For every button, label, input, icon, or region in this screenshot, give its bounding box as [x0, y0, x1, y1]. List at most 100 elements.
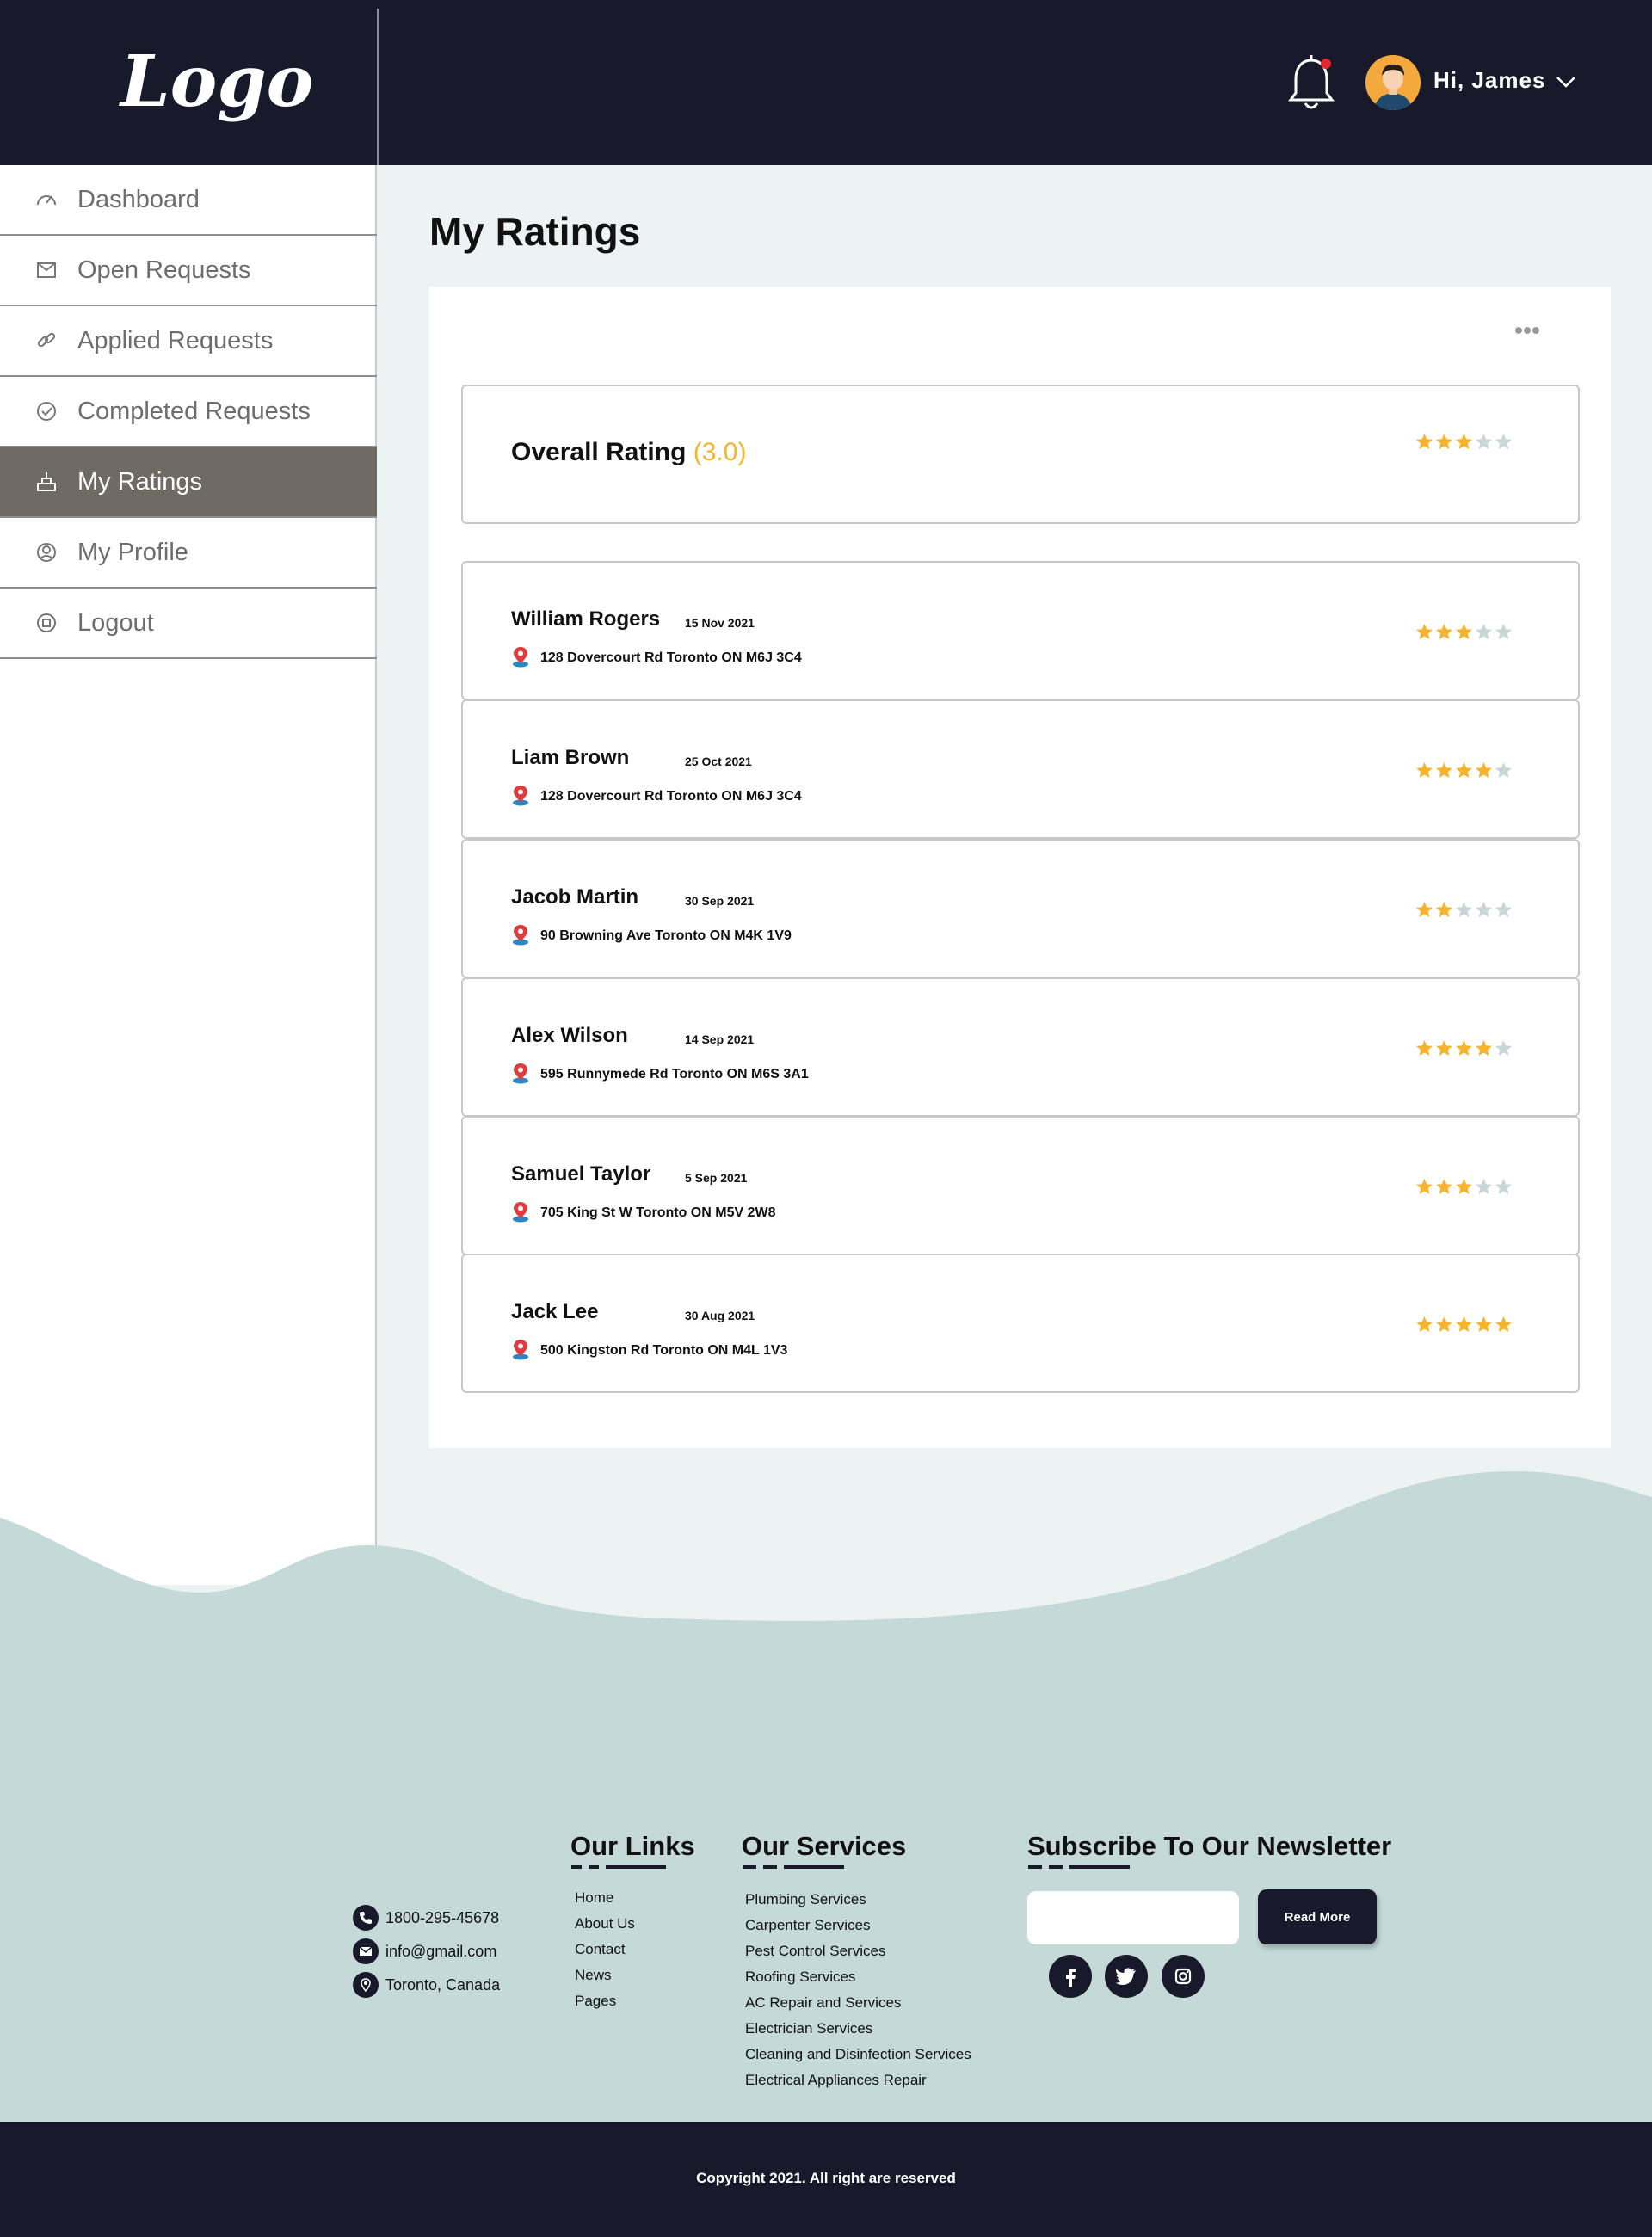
sidebar-item-my-profile[interactable]: My Profile — [0, 518, 377, 589]
overall-rating-value: (3.0) — [693, 438, 747, 466]
footer-service-item[interactable]: Plumbing Services — [745, 1891, 866, 1908]
star-filled-icon — [1476, 1040, 1492, 1056]
reviewer-name: Jack Lee — [511, 1300, 599, 1323]
notification-bell-icon[interactable] — [1285, 53, 1337, 114]
footer-service-item[interactable]: Cleaning and Disinfection Services — [745, 2046, 971, 2063]
star-filled-icon — [1456, 762, 1472, 778]
footer-service-item[interactable]: Electrician Services — [745, 2020, 872, 2037]
star-empty-icon — [1495, 762, 1512, 778]
star-filled-icon — [1495, 1316, 1512, 1332]
review-date: 30 Aug 2021 — [685, 1309, 755, 1322]
star-empty-icon — [1495, 434, 1512, 449]
review-card: William Rogers 15 Nov 2021 128 Dovercour… — [461, 561, 1580, 700]
footer-service-item[interactable]: Roofing Services — [745, 1969, 856, 1986]
footer-newsletter-heading: Subscribe To Our Newsletter — [1027, 1831, 1392, 1861]
sidebar-item-my-ratings[interactable]: My Ratings — [0, 447, 377, 518]
star-empty-icon — [1476, 902, 1492, 917]
sidebar-item-completed-requests[interactable]: Completed Requests — [0, 377, 377, 447]
star-filled-icon — [1416, 1040, 1433, 1056]
twitter-icon[interactable] — [1105, 1955, 1148, 1998]
profile-icon — [37, 543, 56, 562]
heading-underline — [1028, 1865, 1042, 1869]
star-filled-icon — [1456, 1179, 1472, 1194]
sidebar-item-applied-requests[interactable]: Applied Requests — [0, 306, 377, 377]
footer-link-contact[interactable]: Contact — [575, 1941, 626, 1958]
heading-underline — [763, 1865, 777, 1869]
review-date: 30 Sep 2021 — [685, 894, 755, 908]
star-empty-icon — [1476, 624, 1492, 639]
location-pin-icon — [513, 1202, 528, 1223]
star-empty-icon — [1456, 902, 1472, 917]
contact-location-text: Toronto, Canada — [385, 1975, 501, 1994]
review-address: 128 Dovercourt Rd Toronto ON M6J 3C4 — [540, 650, 802, 665]
newsletter-email-input[interactable] — [1027, 1891, 1239, 1944]
star-filled-icon — [1436, 434, 1452, 449]
star-filled-icon — [1436, 1179, 1452, 1194]
sidebar-item-dashboard[interactable]: Dashboard — [0, 165, 377, 236]
footer-link-news[interactable]: News — [575, 1967, 612, 1984]
footer-link-pages[interactable]: Pages — [575, 1993, 616, 2010]
star-filled-icon — [1436, 624, 1452, 639]
read-more-button[interactable]: Read More — [1258, 1889, 1377, 1944]
reviewer-name: Liam Brown — [511, 746, 630, 769]
star-rating — [1415, 761, 1513, 780]
star-filled-icon — [1416, 624, 1433, 639]
footer-link-home[interactable]: Home — [575, 1889, 613, 1907]
chevron-down-icon[interactable] — [1554, 72, 1578, 91]
avatar[interactable] — [1365, 55, 1421, 110]
star-filled-icon — [1436, 762, 1452, 778]
open-request-icon — [37, 262, 56, 278]
sidebar: Dashboard Open Requests Applied Requests… — [0, 165, 377, 1585]
star-empty-icon — [1495, 624, 1512, 639]
top-header: Logo Hi, James — [0, 0, 1652, 165]
sidebar-item-label: My Ratings — [77, 467, 203, 496]
review-address: 90 Browning Ave Toronto ON M4K 1V9 — [540, 928, 792, 943]
overall-rating-label: Overall Rating (3.0) — [511, 438, 746, 467]
review-date: 15 Nov 2021 — [685, 616, 755, 630]
mail-icon — [353, 1938, 379, 1964]
star-empty-icon — [1495, 1179, 1512, 1194]
review-address: 500 Kingston Rd Toronto ON M4L 1V3 — [540, 1343, 788, 1358]
contact-email[interactable]: info@gmail.com — [353, 1938, 496, 1964]
review-card: Alex Wilson 14 Sep 2021 595 Runnymede Rd… — [461, 977, 1580, 1117]
star-filled-icon — [1436, 1316, 1452, 1332]
star-rating — [1415, 1039, 1513, 1057]
contact-phone[interactable]: 1800-295-45678 — [353, 1905, 499, 1931]
star-empty-icon — [1476, 434, 1492, 449]
contact-email-text: info@gmail.com — [385, 1942, 497, 1960]
ratings-icon — [37, 472, 56, 491]
contact-location: Toronto, Canada — [353, 1972, 500, 1998]
sidebar-item-open-requests[interactable]: Open Requests — [0, 236, 377, 306]
sidebar-item-label: Dashboard — [77, 185, 200, 213]
footer-services-heading: Our Services — [742, 1831, 907, 1861]
check-circle-icon — [37, 402, 56, 421]
footer-service-item[interactable]: Pest Control Services — [745, 1943, 885, 1960]
location-pin-icon — [513, 647, 528, 668]
reviewer-name: Jacob Martin — [511, 885, 639, 909]
sidebar-item-label: Open Requests — [77, 256, 251, 284]
footer-service-item[interactable]: AC Repair and Services — [745, 1994, 901, 2012]
sidebar-item-logout[interactable]: Logout — [0, 589, 377, 659]
sidebar-item-label: Logout — [77, 608, 154, 637]
overall-rating-card: Overall Rating (3.0) — [461, 385, 1580, 524]
heading-underline — [606, 1865, 666, 1869]
logo[interactable]: Logo — [120, 34, 313, 129]
star-empty-icon — [1495, 902, 1512, 917]
instagram-icon[interactable] — [1162, 1955, 1205, 1998]
more-options-icon[interactable] — [1513, 320, 1542, 341]
footer-service-item[interactable]: Carpenter Services — [745, 1917, 871, 1934]
star-filled-icon — [1476, 1316, 1492, 1332]
footer-link-about[interactable]: About Us — [575, 1915, 635, 1932]
star-filled-icon — [1476, 762, 1492, 778]
sidebar-item-label: Completed Requests — [77, 397, 311, 425]
heading-underline — [743, 1865, 756, 1869]
star-rating — [1415, 1178, 1513, 1196]
star-rating — [1415, 433, 1513, 451]
user-greeting[interactable]: Hi, James — [1433, 67, 1545, 94]
footer-service-item[interactable]: Electrical Appliances Repair — [745, 2072, 927, 2089]
reviewer-name: Samuel Taylor — [511, 1162, 651, 1186]
star-filled-icon — [1416, 902, 1433, 917]
facebook-icon[interactable] — [1049, 1955, 1092, 1998]
location-pin-icon — [513, 1340, 528, 1360]
location-pin-icon — [513, 1063, 528, 1084]
